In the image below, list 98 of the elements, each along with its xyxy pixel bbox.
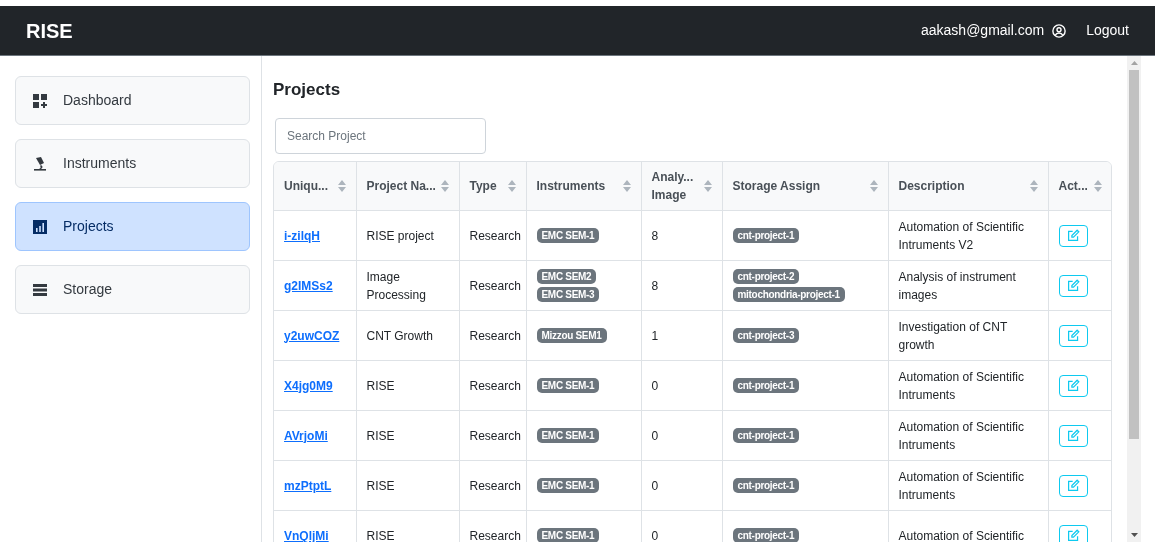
microscope-icon [32, 155, 48, 172]
sidebar-item[interactable]: Projects [15, 202, 250, 251]
column-header[interactable]: Description [898, 176, 965, 195]
project-id-link[interactable]: i-zilqH [284, 228, 320, 243]
scroll-up-icon[interactable] [1130, 61, 1138, 65]
table-cell: Research [469, 278, 521, 293]
user-email: aakash@gmail.com [921, 21, 1045, 40]
table-cell: Research [469, 478, 521, 493]
tag: cnt-project-3 [732, 328, 800, 343]
table-cell: Image Processing [366, 269, 426, 302]
table-cell: Research [469, 328, 521, 343]
table-cell: Research [469, 428, 521, 443]
page-title: Projects [273, 79, 342, 101]
server-stack-icon [32, 281, 48, 298]
project-id-link[interactable]: AVrjoMi [284, 428, 328, 443]
sort-icon[interactable] [1029, 179, 1038, 192]
project-id-link[interactable]: y2uwCOZ [284, 328, 340, 343]
table-cell: Automation of Scientific Intruments [898, 419, 1024, 452]
sort-icon[interactable] [440, 179, 449, 192]
table-cell: 8 [651, 228, 659, 243]
tag: EMC SEM2 [536, 269, 597, 284]
edit-button[interactable] [1058, 474, 1088, 497]
sort-icon[interactable] [507, 179, 516, 192]
table-cell: RISE [366, 428, 395, 443]
table-cell: Research [469, 378, 521, 393]
table-cell: Investigation of CNT growth [898, 319, 1007, 352]
edit-button[interactable] [1058, 274, 1088, 297]
tag: cnt-project-1 [732, 378, 800, 393]
sort-icon[interactable] [869, 179, 878, 192]
sidebar-item[interactable]: Instruments [15, 139, 250, 188]
grid-plus-icon [32, 92, 48, 109]
table-cell: Research [469, 528, 521, 542]
column-header[interactable]: Storage Assign [732, 176, 821, 195]
table-cell: 0 [651, 378, 659, 393]
logout-link[interactable]: Logout [1086, 20, 1129, 41]
sort-icon[interactable] [1094, 179, 1102, 192]
edit-icon [1066, 229, 1080, 242]
table-cell: 0 [651, 428, 659, 443]
tag: EMC SEM-3 [536, 287, 600, 302]
tag: EMC SEM-1 [536, 428, 600, 443]
tag: EMC SEM-1 [536, 528, 600, 542]
tag: mitochondria-project-1 [732, 287, 845, 302]
project-id-link[interactable]: g2IMSs2 [284, 278, 333, 293]
table-cell: Automation of Scientific Intruments [898, 469, 1024, 502]
sidebar-item[interactable]: Storage [15, 265, 250, 314]
column-header[interactable]: Project Na... [366, 176, 436, 195]
tag: cnt-project-1 [732, 528, 800, 542]
edit-button[interactable] [1058, 224, 1088, 247]
table-cell: 0 [651, 478, 659, 493]
tag: cnt-project-1 [732, 228, 800, 243]
edit-icon [1066, 329, 1080, 342]
project-id-link[interactable]: mzPtptL [284, 478, 332, 493]
table-cell: 8 [651, 278, 659, 293]
table-cell: Research [469, 228, 521, 243]
table-cell: RISE project [366, 228, 434, 243]
sort-icon[interactable] [703, 179, 712, 192]
sort-icon[interactable] [622, 179, 631, 192]
tag: EMC SEM-1 [536, 478, 600, 493]
table-cell: 0 [651, 528, 659, 542]
column-header[interactable]: Uniqu... [284, 176, 328, 195]
edit-button[interactable] [1058, 524, 1088, 542]
bar-chart-icon [32, 218, 48, 235]
edit-icon [1066, 479, 1080, 492]
edit-button[interactable] [1058, 374, 1088, 397]
scrollbar[interactable] [1127, 56, 1141, 542]
user-circle-icon[interactable] [1052, 23, 1067, 38]
table-cell: RISE [366, 528, 395, 542]
table-cell: Automation of Scientific [898, 528, 1024, 542]
tag: Mizzou SEM1 [536, 328, 607, 343]
scroll-down-icon[interactable] [1130, 533, 1138, 537]
sidebar-item[interactable]: Dashboard [15, 76, 250, 125]
tag: EMC SEM-1 [536, 378, 600, 393]
table-cell: Automation of Scientific Intruments V2 [898, 219, 1024, 252]
project-id-link[interactable]: X4jg0M9 [284, 378, 333, 393]
tag: cnt-project-1 [732, 478, 800, 493]
tag: EMC SEM-1 [536, 228, 600, 243]
table-cell: RISE [366, 378, 395, 393]
edit-icon [1066, 279, 1080, 292]
column-header[interactable]: Instruments [536, 176, 606, 195]
column-header[interactable]: Act... [1058, 176, 1088, 195]
edit-icon [1066, 429, 1080, 442]
search-field[interactable]: Search Project [275, 117, 486, 154]
project-id-link[interactable]: VnQljMi [284, 528, 329, 542]
edit-button[interactable] [1058, 424, 1088, 447]
column-header[interactable]: Analy... Image [651, 167, 700, 204]
table-cell: 1 [651, 328, 659, 343]
tag: cnt-project-2 [732, 269, 800, 284]
tag: cnt-project-1 [732, 428, 800, 443]
table-cell: CNT Growth [366, 328, 433, 343]
table-cell: Analysis of instrument images [898, 269, 1016, 302]
edit-icon [1066, 379, 1080, 392]
table-cell: Automation of Scientific Intruments [898, 369, 1024, 402]
brand-title: RISE [26, 18, 73, 44]
column-header[interactable]: Type [469, 176, 497, 195]
sort-icon[interactable] [337, 179, 346, 192]
edit-button[interactable] [1058, 324, 1088, 347]
table-cell: RISE [366, 478, 395, 493]
edit-icon [1066, 529, 1080, 542]
